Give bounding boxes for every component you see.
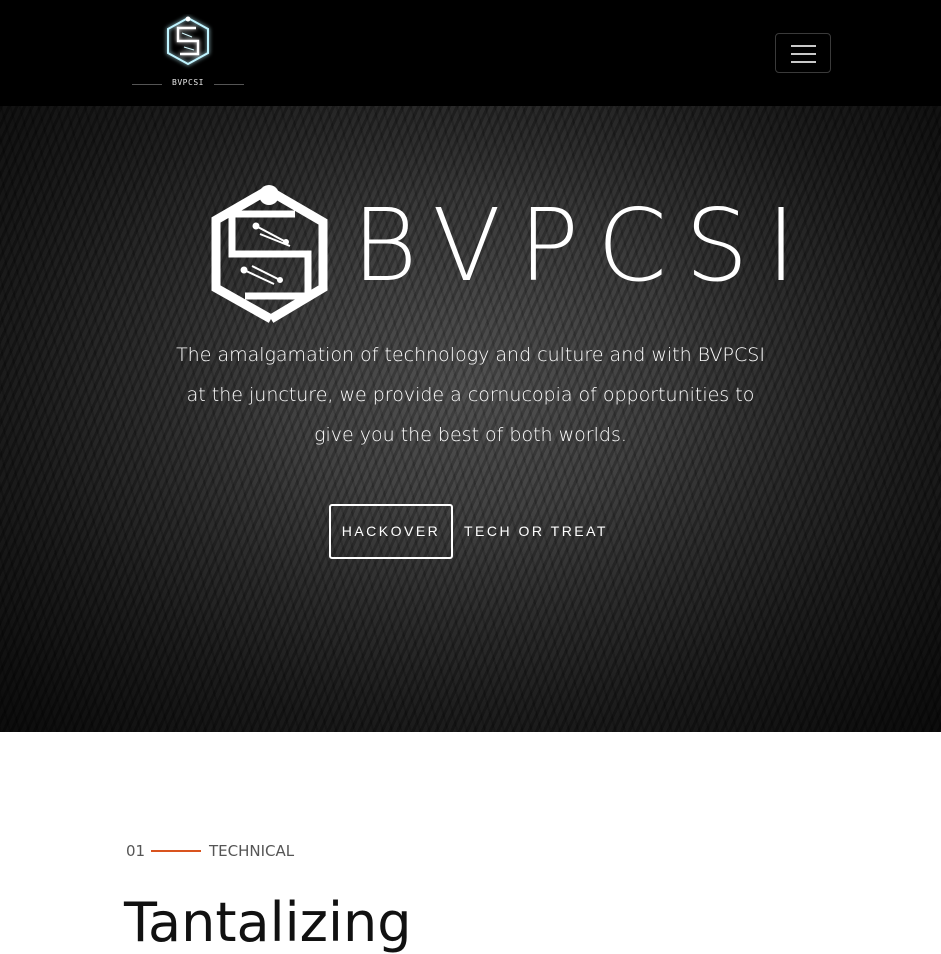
bvpcsi-logo-icon bbox=[167, 16, 209, 66]
navbar: BVPCSI bbox=[0, 0, 941, 106]
section-number: 01 bbox=[126, 842, 146, 860]
tech-or-treat-button[interactable]: TECH OR TREAT bbox=[463, 504, 609, 559]
section-title: Tantalizing bbox=[124, 891, 412, 954]
hamburger-menu-icon-bar bbox=[791, 61, 816, 63]
hackover-button[interactable]: HACKOVER bbox=[329, 504, 453, 559]
brand-logo-link[interactable]: BVPCSI bbox=[130, 12, 246, 92]
section-accent-line bbox=[151, 850, 201, 852]
logo-text: BVPCSI bbox=[172, 78, 204, 87]
hamburger-menu-icon bbox=[791, 45, 816, 47]
section-label: TECHNICAL bbox=[209, 842, 295, 860]
hero-brand-title: BVPCSI bbox=[352, 187, 814, 304]
hamburger-menu-button[interactable] bbox=[775, 33, 831, 73]
hero-section: BVPCSI The amalgamation of technology an… bbox=[0, 106, 941, 732]
bvpcsi-hero-logo-icon bbox=[211, 185, 328, 323]
hamburger-menu-icon-bar bbox=[791, 53, 816, 55]
hero-tagline: The amalgamation of technology and cultu… bbox=[176, 344, 765, 446]
